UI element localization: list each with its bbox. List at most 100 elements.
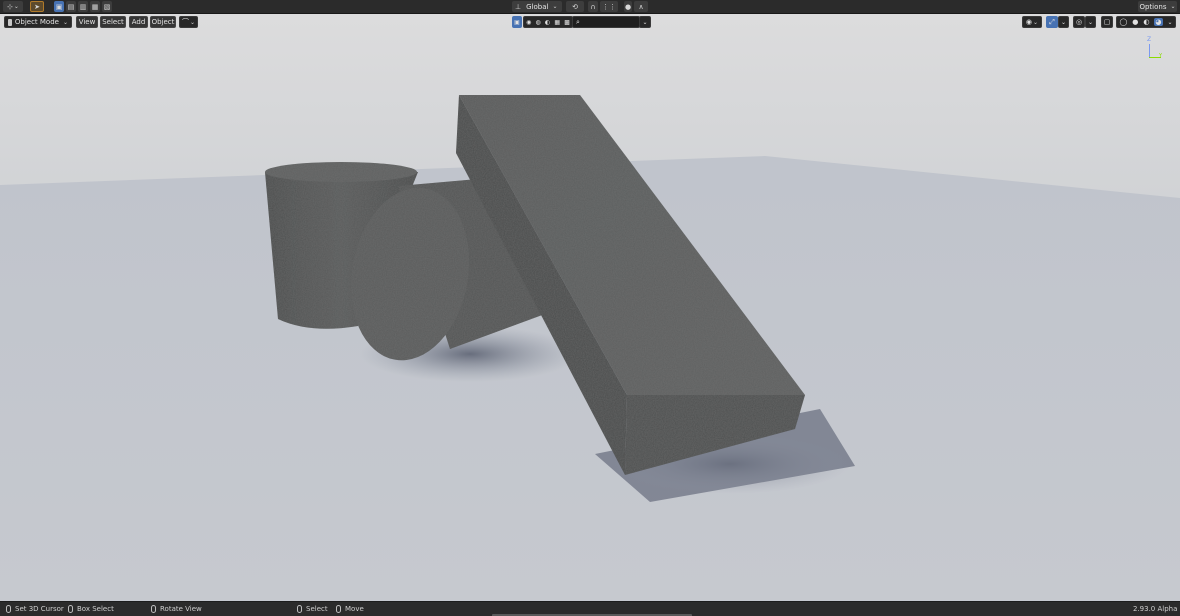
status-box-select-label: Box Select xyxy=(77,605,114,613)
mouse-drag-icon xyxy=(68,605,73,613)
gizmo-z-axis xyxy=(1149,44,1150,58)
add-menu[interactable]: Add xyxy=(129,16,148,28)
status-rotate-view-label: Rotate View xyxy=(160,605,202,613)
transform-orientation-dropdown[interactable]: ⊥ Global ⌄ xyxy=(512,1,562,12)
overlays-options-dropdown[interactable]: ⌄ xyxy=(1085,16,1096,28)
orientation-label: Global xyxy=(526,2,549,11)
mode-dropdown[interactable]: Object Mode ⌄ xyxy=(4,16,72,28)
chevron-down-icon: ⌄ xyxy=(552,3,558,10)
search-icon: ⌕ xyxy=(576,17,580,26)
object-type-visibility-group[interactable]: ◉ ◍ ◐ ▦ ▩ xyxy=(523,16,573,28)
select-menu[interactable]: Select xyxy=(100,16,126,28)
blender-window: ⊹ ⌄ ➤ ▣ ▤ ▥ ▦ ▧ ⊥ Global ⌄ ⟲ ∩ ⋮⋮ ● ∧ Opt… xyxy=(0,0,1180,616)
gesture-dropdown[interactable]: ⌒ ⌄ xyxy=(179,16,198,28)
view-menu[interactable]: View xyxy=(76,16,98,28)
xray-icon: ▢ xyxy=(1103,18,1111,26)
magnet-icon: ∩ xyxy=(590,2,596,11)
object-menu[interactable]: Object xyxy=(150,16,176,28)
status-move-label: Move xyxy=(345,605,364,613)
select-extend-icon: ▤ xyxy=(67,2,75,11)
pivot-point-dropdown[interactable]: ⟲ xyxy=(566,1,584,12)
xray-toggle[interactable]: ▢ xyxy=(1101,16,1113,28)
mouse-left-icon xyxy=(297,605,302,613)
shading-mode-group[interactable]: ◯ ● ◐ ◕ ⌄ xyxy=(1116,16,1176,28)
snap-toggle[interactable]: ∩ xyxy=(588,1,598,12)
cursor-arrow-icon: ➤ xyxy=(34,2,40,11)
object-square-icon: ▣ xyxy=(514,18,520,26)
mode-new-selection-button[interactable]: ▣ xyxy=(54,1,64,12)
proportional-falloff-dropdown[interactable]: ∧ xyxy=(634,1,648,12)
mouse-drag-icon xyxy=(336,605,341,613)
status-version: 2.93.0 Alpha xyxy=(1133,605,1177,613)
pivot-icon: ⟲ xyxy=(572,2,578,11)
orientation-icon: ⊥ xyxy=(515,2,522,11)
search-options-dropdown[interactable]: ⌄ xyxy=(639,16,651,28)
status-move: Move xyxy=(336,605,364,613)
visibility-dropdown[interactable]: ◉ ⌄ xyxy=(1022,16,1042,28)
navigation-gizmo[interactable]: Z Y xyxy=(1143,36,1165,62)
mesh-icon: ◉ xyxy=(526,18,532,26)
solid-shading-icon: ● xyxy=(1132,18,1139,26)
chevron-down-icon: ⌄ xyxy=(62,18,68,26)
proportional-edit-toggle[interactable]: ● xyxy=(624,1,632,12)
camera-icon: ▩ xyxy=(564,18,570,26)
status-set-cursor-label: Set 3D Cursor xyxy=(15,605,64,613)
falloff-curve-icon: ∧ xyxy=(638,2,644,11)
options-dropdown[interactable]: Options ⌄ xyxy=(1138,1,1177,12)
show-overlays-toggle[interactable]: ◎ xyxy=(1073,16,1085,28)
mode-intersect-selection-button[interactable]: ▧ xyxy=(102,1,112,12)
select-tool-button[interactable]: ➤ xyxy=(30,1,44,12)
select-intersect-icon: ▧ xyxy=(103,2,111,11)
viewport-render xyxy=(0,14,1180,601)
options-label: Options xyxy=(1139,2,1167,11)
select-invert-icon: ▦ xyxy=(91,2,99,11)
status-bar: Set 3D Cursor Box Select Rotate View Sel… xyxy=(0,601,1180,616)
add-menu-label: Add xyxy=(131,18,146,26)
editor-type-button[interactable]: ⊹ ⌄ xyxy=(3,1,23,12)
curve-icon: ⌒ xyxy=(181,18,189,26)
proportional-dot-icon: ● xyxy=(624,2,632,11)
status-box-select: Box Select xyxy=(68,605,114,613)
viewport-search-input[interactable]: ⌕ xyxy=(572,16,640,28)
view-menu-label: View xyxy=(78,18,96,26)
mode-label: Object Mode xyxy=(14,18,59,26)
mode-subtract-selection-button[interactable]: ▥ xyxy=(78,1,88,12)
viewport-shading-object-button[interactable]: ▣ xyxy=(512,16,522,28)
mouse-middle-icon xyxy=(151,605,156,613)
material-preview-icon: ◐ xyxy=(1143,18,1150,26)
rendered-shading-icon: ◕ xyxy=(1154,18,1163,26)
3d-viewport[interactable]: Z Y xyxy=(0,14,1180,601)
gizmo-options-dropdown[interactable]: ⌄ xyxy=(1058,16,1069,28)
select-new-icon: ▣ xyxy=(55,2,63,11)
version-label: 2.93.0 Alpha xyxy=(1133,605,1178,613)
transform-pivot-icon: ⊹ xyxy=(7,2,13,11)
snap-increment-icon: ⋮⋮ xyxy=(602,2,616,11)
grid-icon: ▦ xyxy=(554,18,561,26)
eye-icon: ◉ xyxy=(1025,18,1033,26)
status-select: Select xyxy=(297,605,328,613)
mouse-left-icon xyxy=(6,605,11,613)
chevron-down-icon: ⌄ xyxy=(1167,18,1173,26)
gizmo-z-label: Z xyxy=(1147,36,1152,43)
overlays-icon: ◎ xyxy=(1075,18,1083,26)
select-subtract-icon: ▥ xyxy=(79,2,87,11)
status-set-cursor: Set 3D Cursor xyxy=(6,605,64,613)
show-gizmo-toggle[interactable]: ⤢ xyxy=(1046,16,1058,28)
select-menu-label: Select xyxy=(102,18,124,26)
chevron-down-icon: ⌄ xyxy=(1060,18,1067,26)
object-menu-label: Object xyxy=(151,18,175,26)
mode-invert-selection-button[interactable]: ▦ xyxy=(90,1,100,12)
object-mode-icon xyxy=(8,18,12,26)
light-icon: ◍ xyxy=(535,18,541,26)
mode-extend-selection-button[interactable]: ▤ xyxy=(66,1,76,12)
snap-target-dropdown[interactable]: ⋮⋮ xyxy=(600,1,618,12)
material-icon: ◐ xyxy=(544,18,551,26)
wireframe-shading-icon: ◯ xyxy=(1119,18,1128,26)
status-select-label: Select xyxy=(306,605,328,613)
gizmo-icon: ⤢ xyxy=(1049,17,1055,26)
gizmo-y-label: Y xyxy=(1159,53,1163,59)
chevron-down-icon: ⌄ xyxy=(1170,3,1176,10)
chevron-down-icon: ⌄ xyxy=(642,18,648,26)
status-rotate-view: Rotate View xyxy=(151,605,202,613)
tool-settings-bar: ⊹ ⌄ ➤ ▣ ▤ ▥ ▦ ▧ ⊥ Global ⌄ ⟲ ∩ ⋮⋮ ● ∧ Opt… xyxy=(0,0,1180,14)
